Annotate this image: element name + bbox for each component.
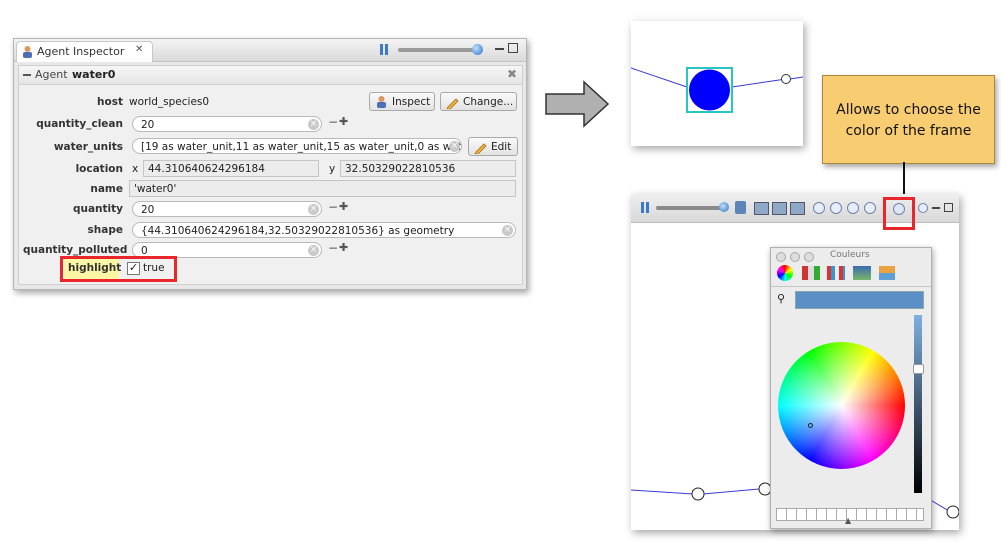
quantity-input[interactable]: 20: [132, 201, 322, 217]
zoom-out-icon[interactable]: [830, 202, 842, 214]
brightness-handle[interactable]: [913, 364, 924, 374]
change-button[interactable]: Change...: [440, 92, 517, 111]
inspector-titlebar: Agent Inspector ✕: [14, 39, 526, 62]
pause-icon[interactable]: [641, 202, 644, 213]
close-window-icon[interactable]: [776, 252, 786, 262]
magnifier-icon[interactable]: ⚲: [777, 292, 785, 305]
decrement-icon[interactable]: −: [328, 115, 338, 129]
zoom-menu-icon[interactable]: [864, 202, 876, 214]
zoom-window-icon[interactable]: [804, 252, 814, 262]
selected-color-swatch: [795, 291, 924, 309]
label-highlight: highlight: [68, 262, 122, 274]
agent-inspector-window: Agent Inspector ✕ Agent water0 ✖ host wo…: [13, 38, 527, 290]
swatch-tray-handle-icon[interactable]: ▲: [845, 516, 851, 525]
tab-title: Agent Inspector: [37, 45, 125, 58]
right-arrow-icon: [545, 80, 610, 128]
zoom-in-icon[interactable]: [813, 202, 825, 214]
label-quantity-polluted: quantity_polluted: [23, 244, 128, 256]
slider-handle[interactable]: [719, 202, 729, 212]
clear-icon[interactable]: ×: [308, 119, 319, 130]
tab-agent-inspector[interactable]: Agent Inspector ✕: [16, 41, 153, 62]
color-picker-cursor[interactable]: [808, 423, 813, 428]
callout-text: Allows to choose the color of the frame: [836, 102, 981, 139]
close-tab-icon[interactable]: ✕: [135, 44, 143, 55]
increment-icon[interactable]: ✚: [339, 200, 348, 213]
colors-panel-title: Couleurs: [830, 250, 870, 260]
edit-button[interactable]: Edit: [468, 137, 518, 156]
clear-icon[interactable]: ×: [449, 141, 460, 152]
highlight-color-red-frame: [883, 197, 915, 230]
sync-icon[interactable]: [735, 201, 746, 214]
host-value: world_species0: [129, 96, 210, 108]
label-quantity: quantity: [72, 203, 123, 215]
x-label: x: [132, 163, 139, 175]
agent-graph: [631, 67, 803, 113]
label-water-units: water_units: [53, 141, 123, 153]
agent-section-header[interactable]: Agent water0 ✖: [19, 66, 522, 85]
maximize-icon[interactable]: [944, 203, 953, 212]
display-view-zoomed[interactable]: [631, 21, 803, 146]
brightness-slider[interactable]: [914, 315, 922, 493]
crayons-tab-icon[interactable]: [879, 266, 895, 280]
highlight-value: true: [143, 262, 165, 274]
slider-handle[interactable]: [472, 44, 483, 55]
agent-icon: [23, 46, 32, 58]
color-wheel-tab-icon[interactable]: [777, 265, 793, 281]
agent-section: Agent water0 ✖ host world_species0 Inspe…: [18, 65, 523, 285]
label-location: location: [75, 163, 123, 175]
remove-agent-icon[interactable]: ✖: [507, 67, 517, 81]
increment-icon[interactable]: ✚: [339, 241, 348, 254]
maximize-icon[interactable]: [508, 43, 518, 53]
clear-icon[interactable]: ×: [502, 225, 513, 236]
snapshot-icon[interactable]: [790, 202, 805, 215]
speed-slider[interactable]: [656, 206, 726, 210]
callout-note: Allows to choose the color of the frame: [822, 75, 995, 164]
inspect-button[interactable]: Inspect: [369, 92, 435, 111]
layers-icon[interactable]: [754, 202, 769, 215]
minimize-icon[interactable]: [932, 207, 940, 209]
label-name: name: [90, 183, 123, 195]
name-value: 'water0': [129, 180, 516, 197]
decrement-icon[interactable]: −: [328, 241, 338, 255]
collapse-icon[interactable]: [23, 74, 31, 76]
location-x-value: 44.310640624296184: [143, 160, 319, 177]
colors-panel: Couleurs ⚲ ▲: [770, 247, 932, 529]
location-y-value: 32.50329022810536: [340, 160, 516, 177]
shape-input[interactable]: {44.310640624296184,32.50329022810536} a…: [132, 222, 516, 238]
minimize-icon[interactable]: [495, 48, 504, 50]
callout-pointer: [903, 162, 905, 196]
color-wheel[interactable]: [778, 342, 905, 469]
focus-icon[interactable]: [918, 203, 928, 213]
water-units-input[interactable]: [19 as water_unit,11 as water_unit,15 as…: [132, 138, 462, 154]
agent-label: Agent: [35, 68, 68, 81]
highlight-checkbox[interactable]: ✓: [127, 262, 140, 275]
y-label: y: [329, 163, 336, 175]
speed-slider[interactable]: [398, 48, 480, 52]
quantity-clean-input[interactable]: 20: [132, 116, 322, 132]
layers-down-icon[interactable]: [772, 202, 787, 215]
decrement-icon[interactable]: −: [328, 200, 338, 214]
display-view[interactable]: Couleurs ⚲ ▲: [631, 194, 959, 530]
pencil-icon: [474, 143, 487, 154]
image-palette-tab-icon[interactable]: [853, 266, 871, 280]
sliders-tab-icon[interactable]: [802, 266, 820, 280]
label-host: host: [97, 96, 123, 108]
display-toolbar: [631, 194, 959, 230]
minimize-window-icon[interactable]: [790, 252, 800, 262]
clear-icon[interactable]: ×: [308, 204, 319, 215]
increment-icon[interactable]: ✚: [339, 115, 348, 128]
palettes-tab-icon[interactable]: [827, 266, 845, 280]
pencil-icon: [446, 98, 459, 109]
pause-icon[interactable]: [380, 44, 383, 55]
clear-icon[interactable]: ×: [308, 245, 319, 256]
zoom-fit-icon[interactable]: [847, 202, 859, 214]
agent-icon: [377, 96, 386, 108]
agent-name: water0: [72, 68, 116, 81]
label-shape: shape: [87, 224, 123, 236]
label-quantity-clean: quantity_clean: [36, 118, 123, 130]
